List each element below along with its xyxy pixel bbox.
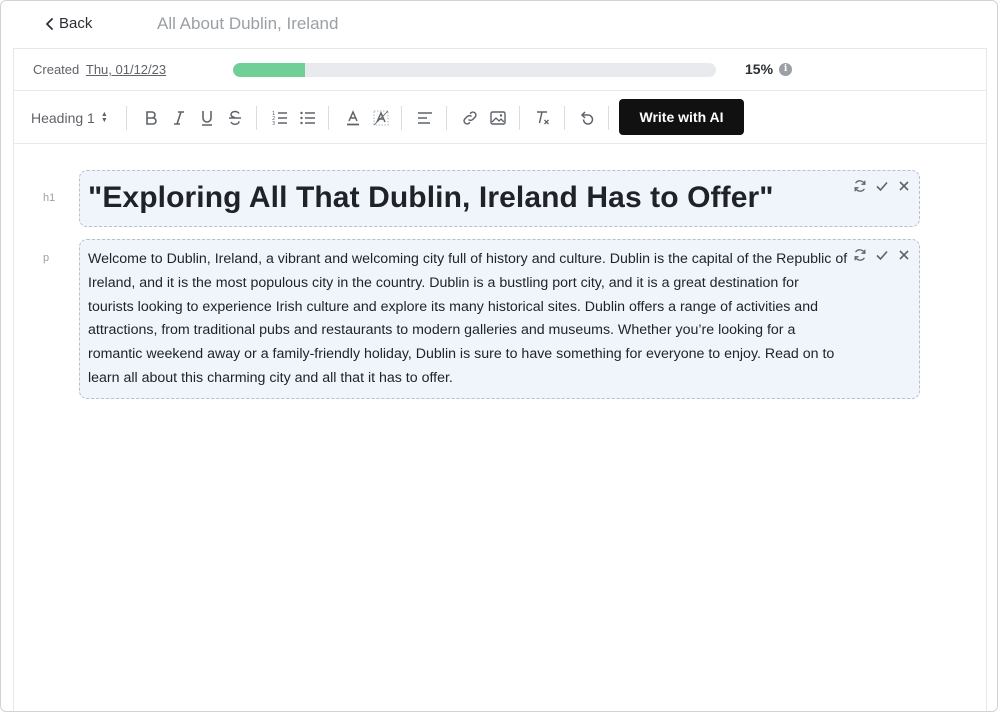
- status-row: Created Thu, 01/12/23 15% i: [14, 49, 986, 91]
- undo-button[interactable]: [577, 107, 597, 129]
- paragraph-text[interactable]: Welcome to Dublin, Ireland, a vibrant an…: [88, 248, 848, 391]
- link-icon: [463, 111, 477, 125]
- clear-format-button[interactable]: [533, 107, 553, 129]
- block-tag-h1: h1: [43, 192, 56, 204]
- toolbar-divider: [328, 106, 329, 130]
- toolbar-divider: [608, 106, 609, 130]
- toolbar-divider: [519, 106, 520, 130]
- regenerate-button[interactable]: [853, 248, 867, 262]
- paragraph-block[interactable]: Welcome to Dublin, Ireland, a vibrant an…: [79, 239, 920, 399]
- updown-icon: ▲ ▼: [100, 111, 108, 124]
- toolbar-divider: [126, 106, 127, 130]
- accept-button[interactable]: [875, 179, 889, 193]
- progress-label: 15%: [745, 61, 774, 77]
- text-color-icon: [347, 110, 359, 126]
- check-icon: [876, 250, 888, 261]
- created-label: Created: [33, 62, 80, 77]
- ordered-list-icon: 123: [272, 111, 287, 127]
- accept-button[interactable]: [875, 248, 889, 262]
- image-icon: [490, 111, 506, 125]
- toolbar-divider: [446, 106, 447, 130]
- back-button[interactable]: Back: [45, 15, 92, 32]
- heading-block[interactable]: "Exploring All That Dublin, Ireland Has …: [79, 170, 920, 227]
- progress-percent: 15% i: [745, 61, 793, 77]
- underline-button[interactable]: [197, 107, 217, 129]
- link-button[interactable]: [460, 107, 480, 129]
- highlight-icon: [373, 110, 389, 126]
- bold-button[interactable]: [141, 107, 161, 129]
- underline-icon: [202, 111, 212, 126]
- heading-text[interactable]: "Exploring All That Dublin, Ireland Has …: [88, 181, 774, 215]
- app-window: Back All About Dublin, Ireland Created T…: [0, 0, 998, 712]
- align-button[interactable]: [415, 107, 435, 129]
- heading-select-value: Heading 1: [31, 110, 95, 126]
- progress-bar: [233, 63, 716, 77]
- created-date[interactable]: Thu, 01/12/23: [86, 62, 166, 77]
- reject-button[interactable]: [897, 179, 911, 193]
- italic-icon: [174, 111, 184, 125]
- chevron-left-icon: [46, 17, 53, 30]
- created-info: Created Thu, 01/12/23: [33, 62, 166, 77]
- write-with-ai-button[interactable]: Write with AI: [619, 99, 744, 135]
- refresh-icon: [854, 180, 866, 192]
- block-tag-p: p: [43, 252, 50, 264]
- editor-panel: Created Thu, 01/12/23 15% i Heading 1 ▲ ▼: [13, 48, 987, 711]
- check-icon: [876, 181, 888, 192]
- bullet-list-icon: [300, 111, 315, 125]
- image-button[interactable]: [488, 107, 508, 129]
- regenerate-button[interactable]: [853, 179, 867, 193]
- strikethrough-button[interactable]: [225, 107, 245, 129]
- toolbar-divider: [564, 106, 565, 130]
- bold-icon: [146, 111, 157, 125]
- svg-text:3: 3: [272, 121, 275, 127]
- align-icon: [418, 112, 432, 124]
- undo-icon: [580, 111, 594, 125]
- progress-fill: [233, 63, 306, 77]
- reject-button[interactable]: [897, 248, 911, 262]
- close-icon: [899, 250, 909, 260]
- block-actions: [853, 179, 911, 193]
- back-label: Back: [59, 15, 93, 32]
- text-color-button[interactable]: [343, 107, 363, 129]
- strikethrough-icon: [229, 110, 241, 126]
- bullet-list-button[interactable]: [298, 107, 318, 129]
- block-actions: [853, 248, 911, 262]
- toolbar-divider: [256, 106, 257, 130]
- italic-button[interactable]: [169, 107, 189, 129]
- info-icon[interactable]: i: [779, 62, 793, 76]
- close-icon: [899, 181, 909, 191]
- highlight-button[interactable]: [371, 107, 391, 129]
- editor-toolbar: Heading 1 ▲ ▼ 123 Write with AI: [14, 92, 986, 144]
- top-bar: Back All About Dublin, Ireland: [1, 1, 997, 47]
- refresh-icon: [854, 249, 866, 261]
- document-title[interactable]: All About Dublin, Ireland: [157, 14, 338, 34]
- toolbar-divider: [401, 106, 402, 130]
- heading-select[interactable]: Heading 1 ▲ ▼: [31, 107, 119, 129]
- ordered-list-button[interactable]: 123: [270, 107, 290, 129]
- clear-format-icon: [537, 111, 549, 125]
